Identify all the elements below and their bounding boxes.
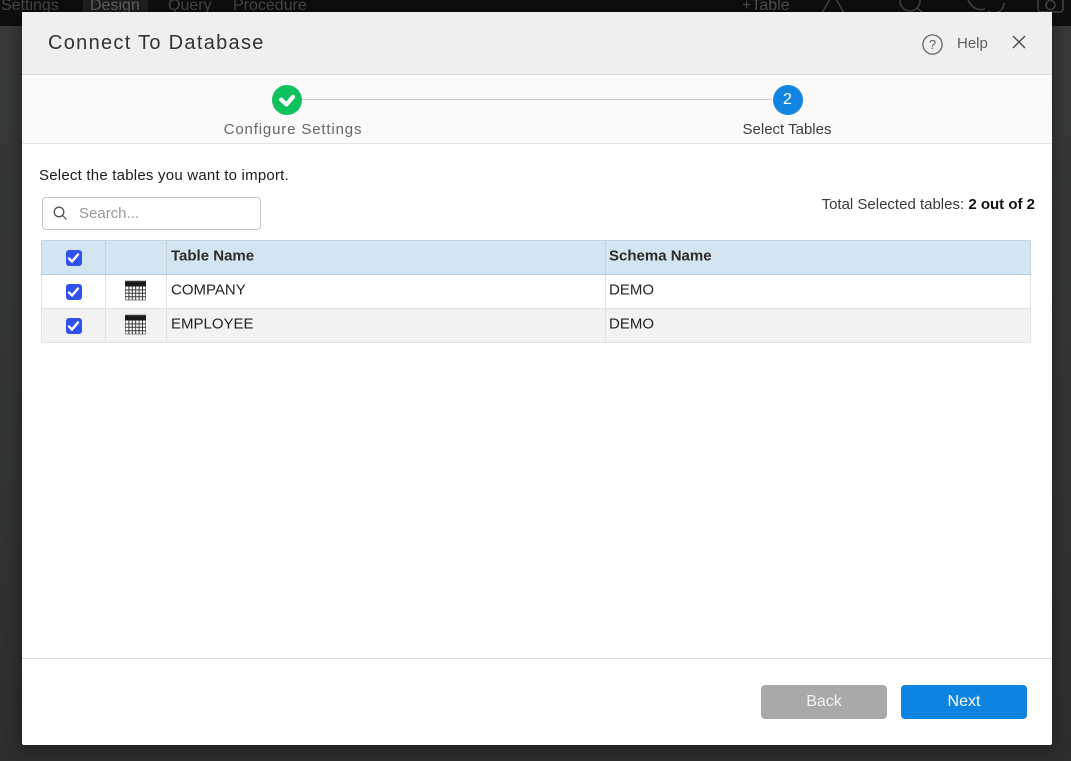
svg-text:?: ? <box>929 37 936 52</box>
